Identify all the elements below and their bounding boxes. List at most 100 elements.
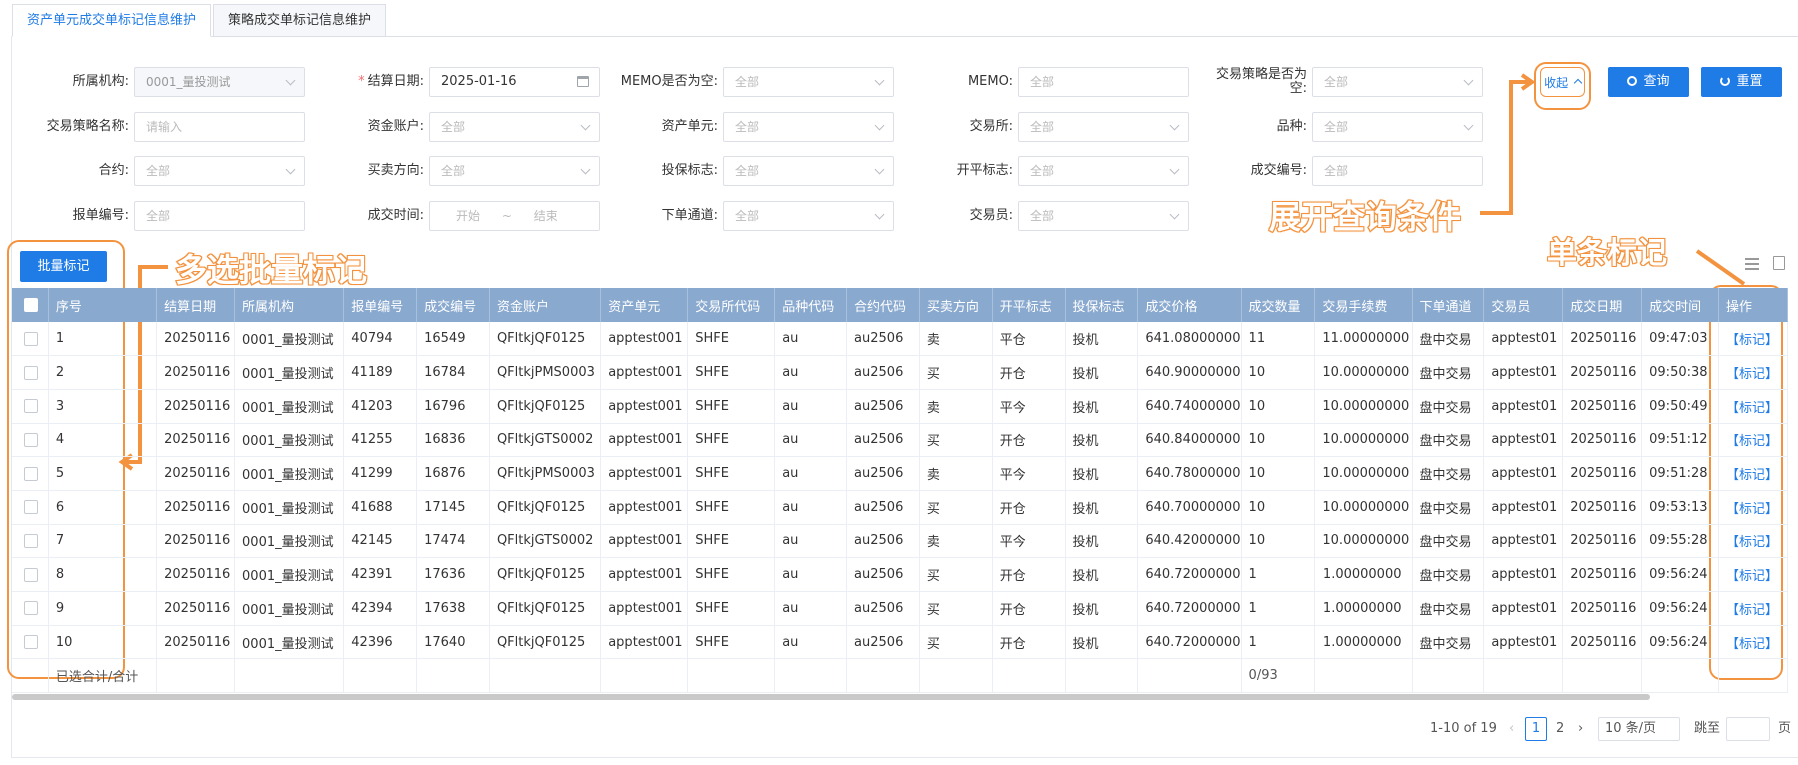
summary-cell: 已选合计/合计 [48, 658, 158, 694]
table-cell: 42145 [343, 524, 418, 559]
row-checkbox[interactable] [24, 432, 38, 447]
table-cell: 41299 [343, 456, 418, 491]
mark-link[interactable]: 【标记】 [1718, 490, 1788, 525]
mark-link[interactable]: 【标记】 [1718, 557, 1788, 592]
table-cell: 640.70000000 [1137, 490, 1242, 525]
table-cell: 20250116 [156, 456, 236, 491]
table-row: 2 20250116 0001_量投测试 41189 16784 QFltkjPMS000… [12, 355, 1788, 390]
table-cell: 盘中交易 [1412, 423, 1485, 458]
row-checkbox[interactable] [24, 601, 38, 616]
summary-cell [774, 658, 848, 694]
table-cell: 开仓 [992, 625, 1066, 660]
next-page-icon[interactable]: › [1578, 717, 1583, 741]
table-row: 8 20250116 0001_量投测试 42391 17636 QFltkjQF0125… [12, 557, 1788, 592]
row-checkbox[interactable] [24, 500, 38, 515]
row-checkbox[interactable] [24, 567, 38, 582]
table-cell: QFltkjQF0125 [489, 591, 602, 626]
table-cell: 09:51:12 [1641, 423, 1720, 458]
prev-page-icon[interactable]: ‹ [1509, 717, 1514, 741]
summary-cell [1065, 658, 1139, 694]
mark-link[interactable]: 【标记】 [1718, 423, 1788, 458]
table-cell: 41189 [343, 355, 418, 390]
goto-input[interactable] [1726, 717, 1770, 741]
table-cell: 640.42000000 [1137, 524, 1242, 559]
col-header: 报单编号 [343, 288, 418, 322]
col-header: 资产单元 [600, 288, 689, 322]
row-checkbox[interactable] [24, 331, 38, 346]
page-suffix: 页 [1778, 721, 1792, 736]
table-cell: 0001_量投测试 [234, 557, 345, 592]
row-checkbox[interactable] [24, 466, 38, 481]
page-2-button[interactable]: 2 [1556, 717, 1564, 741]
mark-link[interactable]: 【标记】 [1718, 524, 1788, 559]
mark-link[interactable]: 【标记】 [1718, 389, 1788, 424]
table-cell: 20250116 [156, 490, 236, 525]
table-cell: au2506 [846, 322, 920, 357]
col-header: 所属机构 [234, 288, 345, 322]
table-cell: 20250116 [1562, 355, 1643, 390]
table-cell: au2506 [846, 591, 920, 626]
col-header: 成交编号 [416, 288, 490, 322]
table-cell: 盘中交易 [1412, 557, 1485, 592]
table-cell: au [774, 389, 848, 424]
table-cell: 盘中交易 [1412, 591, 1485, 626]
table-cell: 卖 [919, 389, 993, 424]
page-1-button[interactable]: 1 [1525, 717, 1547, 741]
mark-link[interactable]: 【标记】 [1718, 625, 1788, 660]
summary-cell [234, 658, 345, 694]
summary-cell [687, 658, 776, 694]
row-checkbox[interactable] [24, 533, 38, 548]
table-cell: 买 [919, 355, 993, 390]
table-cell: QFltkjQF0125 [489, 557, 602, 592]
table-cell: 16836 [416, 423, 490, 458]
mark-link[interactable]: 【标记】 [1718, 456, 1788, 491]
table-cell: 买 [919, 591, 993, 626]
table-cell: 20250116 [1562, 557, 1643, 592]
col-header: 成交价格 [1137, 288, 1242, 322]
table-cell: 16784 [416, 355, 490, 390]
row-checkbox[interactable] [24, 399, 38, 414]
table-cell: 17638 [416, 591, 490, 626]
table-cell: 10 [1241, 524, 1316, 559]
table-cell: 卖 [919, 524, 993, 559]
table-cell: 投机 [1065, 355, 1139, 390]
table-cell: 平今 [992, 456, 1066, 491]
mark-link[interactable]: 【标记】 [1718, 322, 1788, 357]
table-cell: 09:51:28 [1641, 456, 1720, 491]
table-row: 4 20250116 0001_量投测试 41255 16836 QFltkjGTS000… [12, 423, 1788, 458]
table-cell: 11 [1241, 322, 1316, 357]
summary-cell [1137, 658, 1242, 694]
table-cell: 09:47:03 [1641, 322, 1720, 357]
row-checkbox[interactable] [24, 365, 38, 380]
table-cell: 10.00000000 [1314, 355, 1413, 390]
table-cell: 盘中交易 [1412, 322, 1485, 357]
table-cell: QFltkjQF0125 [489, 490, 602, 525]
summary-cell [919, 658, 993, 694]
summary-cell [1718, 658, 1788, 694]
select-all-checkbox[interactable] [24, 298, 38, 312]
col-header: 成交日期 [1562, 288, 1643, 322]
table-cell: 0001_量投测试 [234, 389, 345, 424]
table-cell: 卖 [919, 456, 993, 491]
table-cell: 买 [919, 423, 993, 458]
mark-link[interactable]: 【标记】 [1718, 591, 1788, 626]
table-cell: 16549 [416, 322, 490, 357]
table-cell: 40794 [343, 322, 418, 357]
column-list-icon[interactable] [1745, 258, 1759, 270]
mark-link[interactable]: 【标记】 [1718, 355, 1788, 390]
table-cell: au [774, 591, 848, 626]
table-cell: 买 [919, 557, 993, 592]
table-cell: apptest01 [1483, 389, 1564, 424]
table-cell: 42391 [343, 557, 418, 592]
table-cell: 投机 [1065, 456, 1139, 491]
row-checkbox[interactable] [24, 635, 38, 650]
table-cell: 0001_量投测试 [234, 456, 345, 491]
page-size-select[interactable]: 10 条/页 [1598, 717, 1680, 741]
table-cell: 20250116 [1562, 456, 1643, 491]
table-cell: au2506 [846, 355, 920, 390]
col-header: 交易所代码 [687, 288, 776, 322]
export-icon[interactable] [1773, 256, 1785, 270]
table-cell: apptest001 [600, 355, 689, 390]
table-cell: au [774, 524, 848, 559]
horizontal-scrollbar[interactable] [12, 694, 1650, 700]
